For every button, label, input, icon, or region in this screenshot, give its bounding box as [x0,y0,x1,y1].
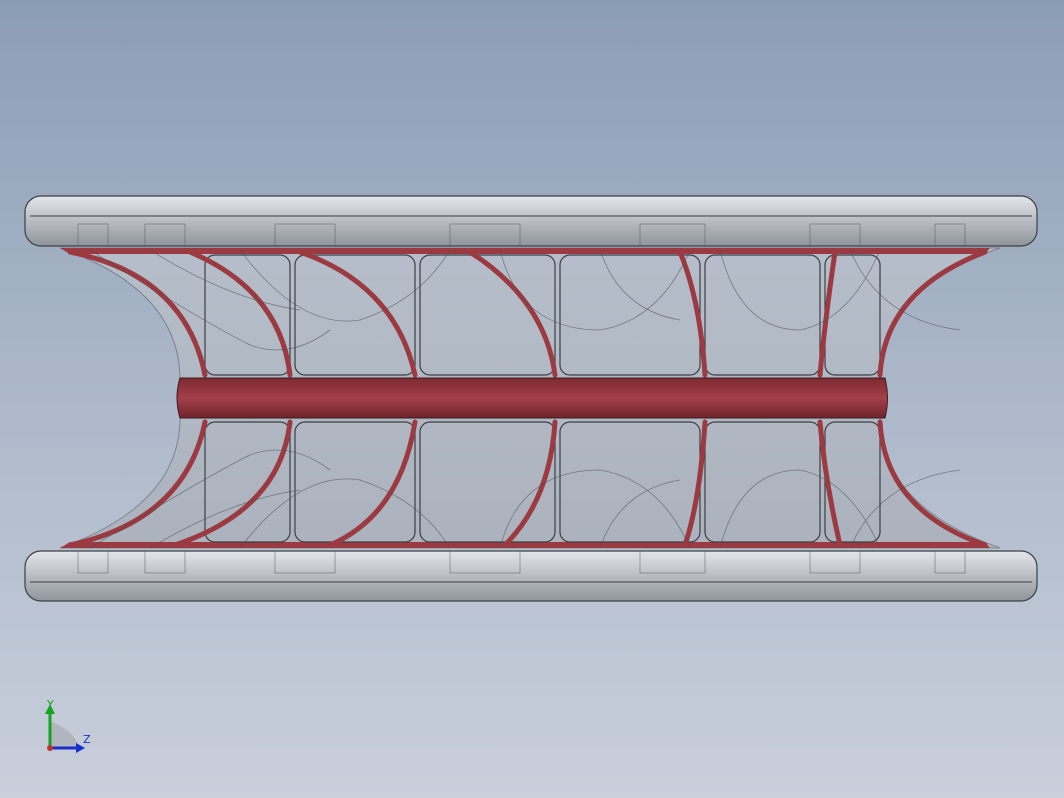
triad-origin [47,745,53,751]
z-axis-label: Z [83,733,91,746]
axis-triad [45,704,85,753]
triad-plane [50,722,80,748]
y-axis-label: Y [47,698,54,711]
graphics-viewport[interactable]: Y Z [0,0,1064,798]
